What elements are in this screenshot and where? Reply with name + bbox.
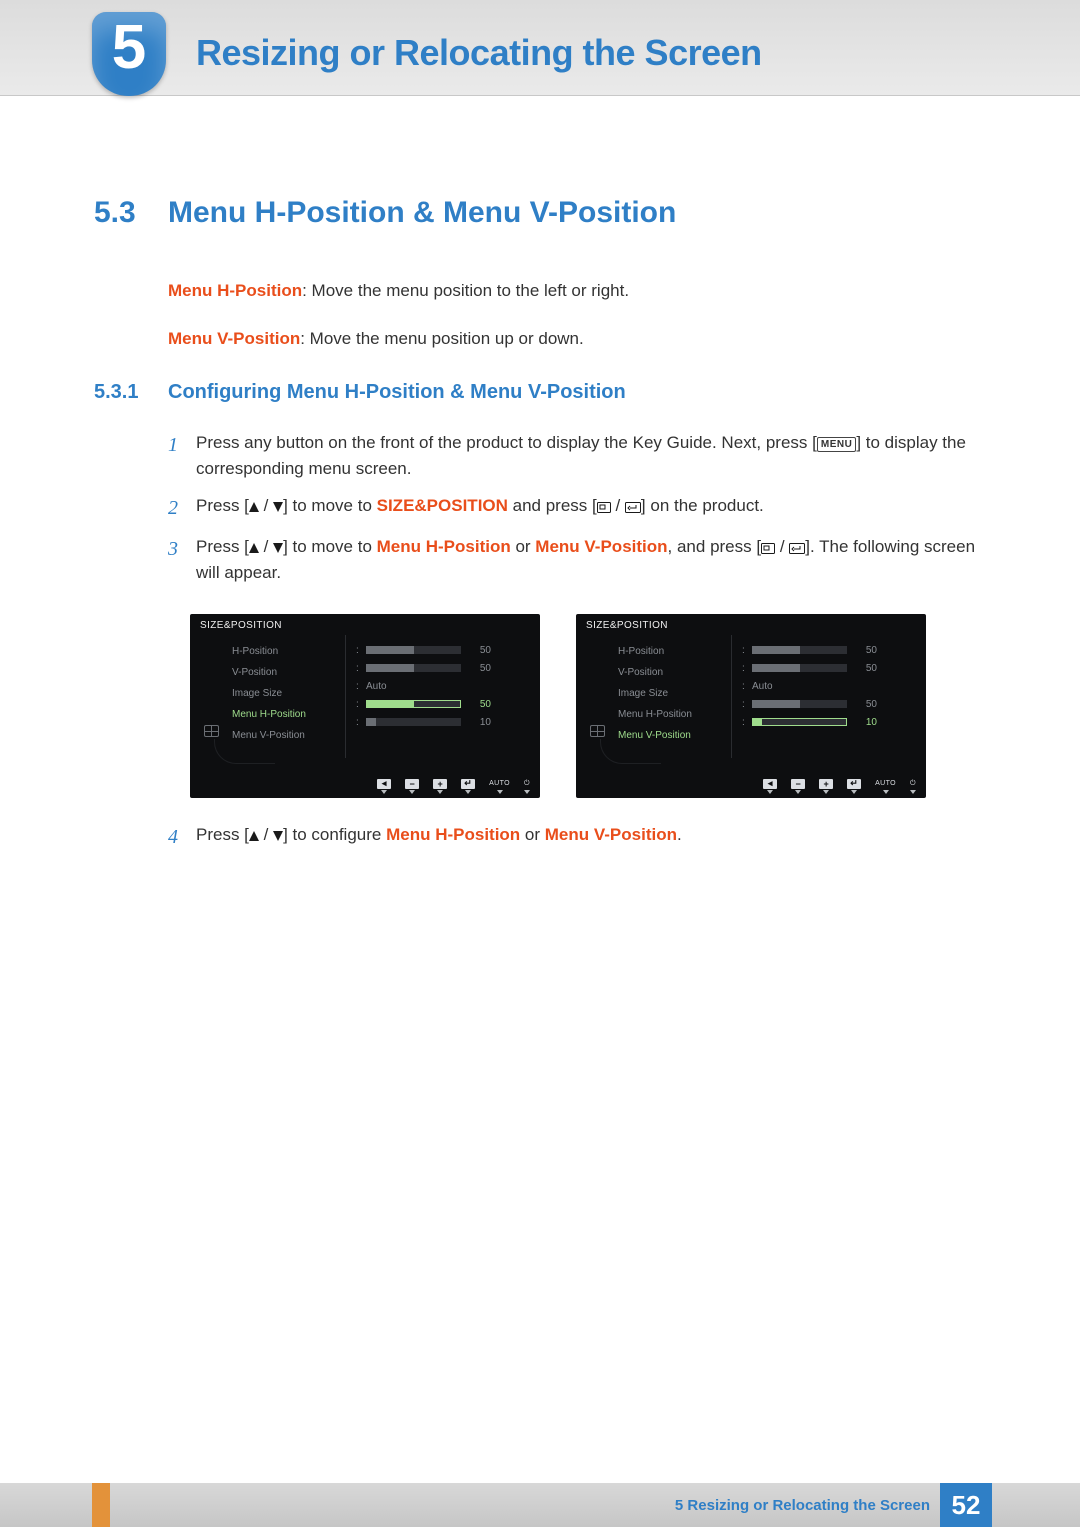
definition-v: Menu V-Position: Move the menu position … bbox=[168, 326, 986, 352]
step-3: 3 Press [ / ] to move to Menu H-Position… bbox=[168, 534, 986, 587]
osd-item-imagesize: Image Size bbox=[584, 683, 731, 704]
menu-key-icon: MENU bbox=[817, 437, 856, 452]
osd-menu-v-position: SIZE&POSITION H-Position V-Position Imag… bbox=[576, 614, 926, 798]
osd-item-vposition: V-Position bbox=[198, 662, 345, 683]
step-number: 3 bbox=[168, 534, 196, 587]
osd-item-hposition: H-Position bbox=[198, 641, 345, 662]
step-2: 2 Press [ / ] to move to SIZE&POSITION a… bbox=[168, 493, 986, 524]
osd-back-button: ◂ bbox=[377, 779, 391, 794]
step-number: 2 bbox=[168, 493, 196, 524]
subsection-number: 5.3.1 bbox=[94, 381, 168, 404]
osd-item-imagesize: Image Size bbox=[198, 683, 345, 704]
down-arrow-icon bbox=[273, 543, 283, 553]
osd-plus-button: + bbox=[433, 779, 447, 794]
up-arrow-icon bbox=[249, 831, 259, 841]
osd-back-button: ◂ bbox=[763, 779, 777, 794]
chapter-title: Resizing or Relocating the Screen bbox=[196, 32, 762, 74]
up-arrow-icon bbox=[249, 502, 259, 512]
step-1: 1 Press any button on the front of the p… bbox=[168, 430, 986, 483]
osd-title: SIZE&POSITION bbox=[586, 620, 918, 631]
definition-h: Menu H-Position: Move the menu position … bbox=[168, 278, 986, 304]
steps-list: 1 Press any button on the front of the p… bbox=[168, 430, 986, 586]
osd-minus-button: − bbox=[405, 779, 419, 794]
osd-title: SIZE&POSITION bbox=[200, 620, 532, 631]
section-heading: 5.3 Menu H-Position & Menu V-Position bbox=[94, 196, 986, 230]
term-menu-h: Menu H-Position bbox=[168, 281, 302, 300]
footer-chapter-ref: 5 Resizing or Relocating the Screen bbox=[675, 1497, 930, 1514]
section-title: Menu H-Position & Menu V-Position bbox=[168, 196, 676, 230]
osd-item-menu-v: Menu V-Position bbox=[584, 725, 731, 746]
osd-item-menu-v: Menu V-Position bbox=[198, 725, 345, 746]
osd-enter-button: ↵ bbox=[847, 779, 861, 794]
osd-minus-button: − bbox=[791, 779, 805, 794]
footer-accent bbox=[92, 1483, 110, 1527]
page-footer: 5 Resizing or Relocating the Screen 52 bbox=[0, 1483, 1080, 1527]
chapter-number-badge: 5 bbox=[92, 12, 166, 96]
osd-menu-h-position: SIZE&POSITION H-Position V-Position Imag… bbox=[190, 614, 540, 798]
osd-button-bar: ◂ − + ↵ AUTO ⏻ bbox=[190, 776, 540, 798]
osd-auto-button: AUTO bbox=[875, 779, 896, 794]
osd-item-vposition: V-Position bbox=[584, 662, 731, 683]
steps-list-cont: 4 Press [ / ] to configure Menu H-Positi… bbox=[168, 822, 986, 853]
target-sizeposition: SIZE&POSITION bbox=[377, 496, 508, 515]
osd-item-menu-h: Menu H-Position bbox=[584, 704, 731, 725]
enter-button-icon bbox=[789, 543, 805, 554]
subsection-heading: 5.3.1 Configuring Menu H-Position & Menu… bbox=[94, 381, 986, 404]
osd-plus-button: + bbox=[819, 779, 833, 794]
down-arrow-icon bbox=[273, 831, 283, 841]
subsection-title: Configuring Menu H-Position & Menu V-Pos… bbox=[168, 381, 626, 404]
term-menu-v: Menu V-Position bbox=[168, 329, 300, 348]
osd-screenshots: SIZE&POSITION H-Position V-Position Imag… bbox=[190, 614, 986, 798]
down-arrow-icon bbox=[273, 502, 283, 512]
section-number: 5.3 bbox=[94, 196, 168, 230]
osd-enter-button: ↵ bbox=[461, 779, 475, 794]
up-arrow-icon bbox=[249, 543, 259, 553]
osd-auto-button: AUTO bbox=[489, 779, 510, 794]
osd-power-button: ⏻ bbox=[524, 779, 530, 794]
source-button-icon bbox=[761, 543, 775, 554]
osd-button-bar: ◂ − + ↵ AUTO ⏻ bbox=[576, 776, 926, 798]
osd-item-menu-h: Menu H-Position bbox=[198, 704, 345, 725]
step-number: 1 bbox=[168, 430, 196, 483]
osd-power-button: ⏻ bbox=[910, 779, 916, 794]
step-number: 4 bbox=[168, 822, 196, 853]
osd-item-hposition: H-Position bbox=[584, 641, 731, 662]
footer-page-number: 52 bbox=[940, 1483, 992, 1527]
step-4: 4 Press [ / ] to configure Menu H-Positi… bbox=[168, 822, 986, 853]
source-button-icon bbox=[597, 502, 611, 513]
page-header: 5 Resizing or Relocating the Screen bbox=[0, 0, 1080, 96]
content-area: 5.3 Menu H-Position & Menu V-Position Me… bbox=[0, 96, 1080, 853]
enter-button-icon bbox=[625, 502, 641, 513]
